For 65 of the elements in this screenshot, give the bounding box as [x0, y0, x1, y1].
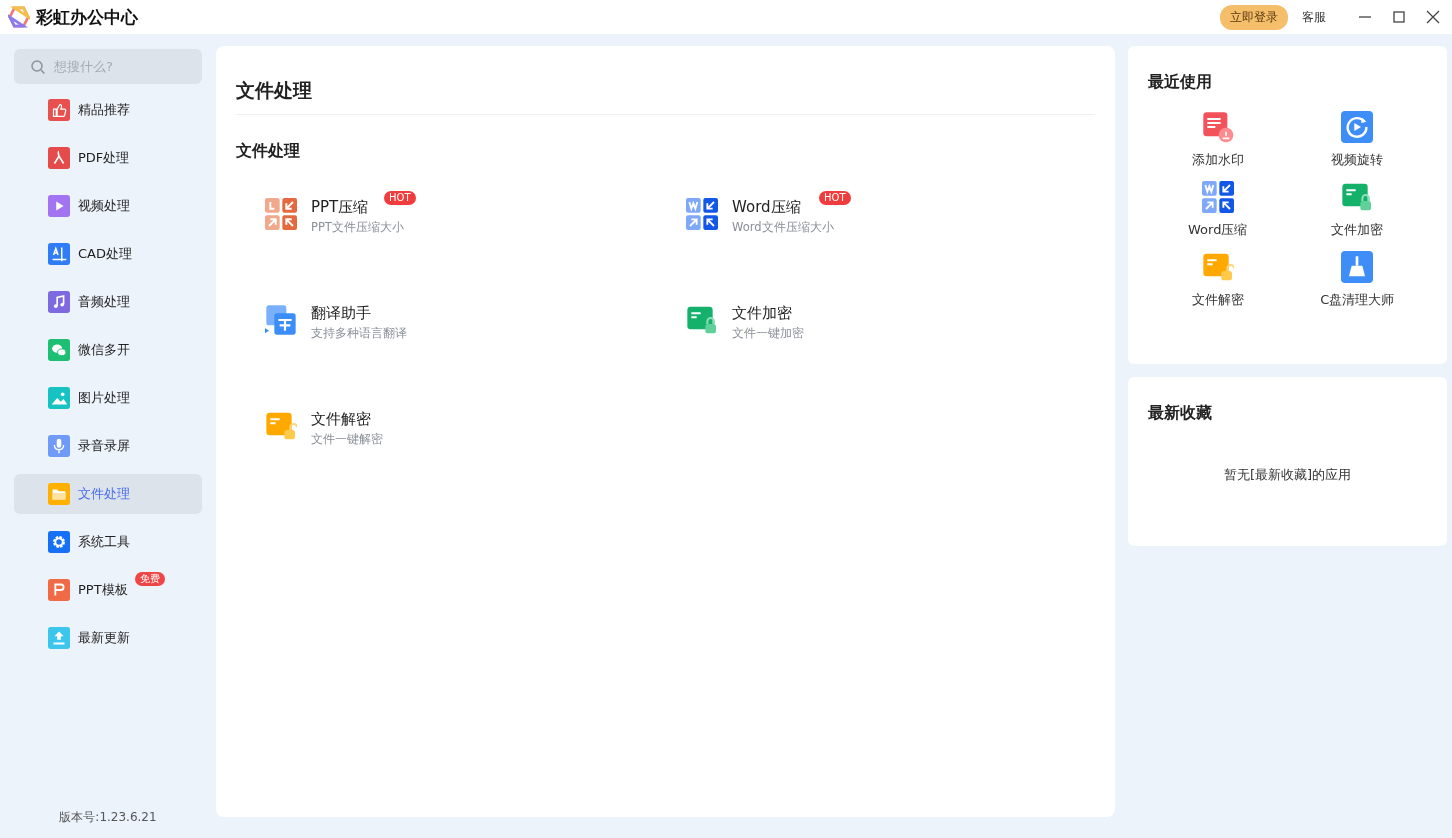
tool-description: 支持多种语言翻译 [311, 326, 407, 341]
chat-bubbles-icon [48, 339, 70, 361]
sidebar-item[interactable]: 视频处理 [14, 186, 202, 226]
free-badge: 免费 [135, 572, 165, 586]
version-text: 版本号:1.23.6.21 [58, 809, 158, 826]
customer-service-link[interactable]: 客服 [1302, 8, 1326, 26]
recent-app[interactable]: 添加水印 [1148, 111, 1288, 169]
compress-arrows-icon [1201, 181, 1234, 213]
sidebar-item[interactable]: CAD处理 [14, 234, 202, 274]
logo-icon [8, 6, 30, 28]
empty-message: 暂无[最新收藏]的应用 [1222, 466, 1353, 484]
folder-icon [48, 483, 70, 505]
sidebar-item[interactable]: 精品推荐 [14, 90, 202, 130]
hot-badge: HOT [384, 191, 416, 205]
document-unlock-icon [265, 410, 297, 442]
tool-title[interactable]: 翻译助手 [311, 304, 407, 323]
page-title: 文件处理 [236, 78, 1095, 115]
tool-title[interactable]: 文件加密 [732, 304, 804, 323]
sidebar-item[interactable]: PPT模板 免费 [14, 570, 202, 610]
compress-arrows-icon [686, 198, 718, 230]
recent-app[interactable]: Word压缩 [1148, 181, 1288, 239]
rotate-play-icon [1341, 111, 1374, 143]
picture-icon [48, 387, 70, 409]
sidebar-item[interactable]: PDF处理 [14, 138, 202, 178]
sidebar-item[interactable]: 音频处理 [14, 282, 202, 322]
section-title: 文件处理 [236, 141, 301, 162]
compress-arrows-icon [265, 198, 297, 230]
sidebar-item[interactable]: 文件处理 [14, 474, 202, 514]
sidebar-item[interactable]: 图片处理 [14, 378, 202, 418]
music-note-icon [48, 291, 70, 313]
play-icon [48, 195, 70, 217]
document-stamp-icon [1201, 111, 1234, 143]
document-lock-icon [686, 304, 718, 336]
tool-description: Word文件压缩大小 [732, 220, 834, 235]
document-unlock-icon [1201, 251, 1234, 283]
ruler-icon [48, 243, 70, 265]
tool-description: PPT文件压缩大小 [311, 220, 404, 235]
app-title: 彩虹办公中心 [36, 5, 138, 29]
ppt-icon [48, 579, 70, 601]
recent-app[interactable]: 文件加密 [1287, 181, 1427, 239]
translate-icon [265, 304, 297, 336]
gear-icon [48, 531, 70, 553]
hot-badge: HOT [819, 191, 851, 205]
recent-app[interactable]: 视频旋转 [1287, 111, 1427, 169]
sidebar-item[interactable]: 录音录屏 [14, 426, 202, 466]
recent-app[interactable]: C盘清理大师 [1287, 251, 1427, 309]
card-title: 最近使用 [1148, 72, 1213, 93]
card-title: 最新收藏 [1148, 403, 1213, 424]
sidebar-item[interactable]: 系统工具 [14, 522, 202, 562]
close-icon[interactable] [1424, 8, 1442, 26]
thumbs-up-icon [48, 99, 70, 121]
document-lock-icon [1341, 181, 1374, 213]
broom-icon [1341, 251, 1374, 283]
sidebar-item[interactable]: 最新更新 [14, 618, 202, 658]
tool-description: 文件一键解密 [311, 432, 383, 447]
login-button[interactable]: 立即登录 [1220, 4, 1288, 30]
pdf-icon [48, 147, 70, 169]
tool-title[interactable]: 文件解密 [311, 410, 383, 429]
sidebar-item[interactable]: 微信多开 [14, 330, 202, 370]
upload-icon [48, 627, 70, 649]
maximize-icon[interactable] [1390, 8, 1408, 26]
microphone-icon [48, 435, 70, 457]
recent-app[interactable]: 文件解密 [1148, 251, 1288, 309]
search-field[interactable]: 想搜什么? [14, 49, 202, 84]
tool-description: 文件一键加密 [732, 326, 804, 341]
